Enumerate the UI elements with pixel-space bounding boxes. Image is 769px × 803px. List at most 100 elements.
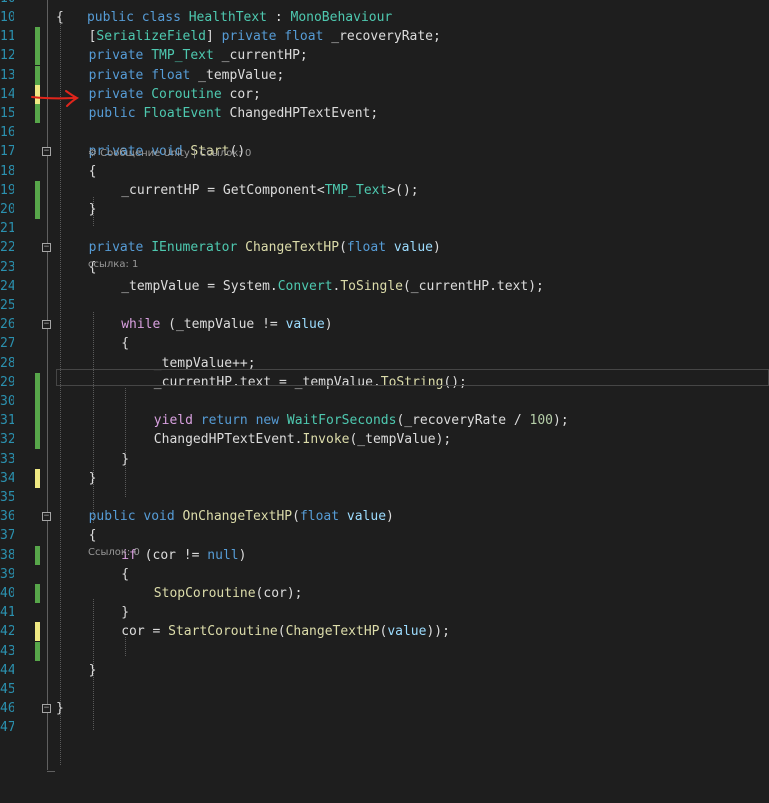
code-line[interactable]: 44}: [0, 661, 769, 680]
line-number: 21: [0, 221, 14, 237]
code-line[interactable]: 45: [0, 680, 769, 699]
collapse-toggle-icon[interactable]: −: [42, 243, 51, 253]
saved-change-marker: [35, 430, 40, 450]
code-text[interactable]: private float _tempValue;: [89, 66, 285, 85]
line-number: 34: [0, 470, 14, 486]
saved-change-marker: [35, 46, 40, 66]
code-text[interactable]: private Coroutine cor;: [89, 85, 261, 104]
collapse-toggle-icon[interactable]: −: [42, 704, 51, 714]
code-text[interactable]: {: [121, 565, 129, 584]
saved-change-marker: [35, 641, 40, 661]
line-number: 44: [0, 662, 14, 678]
code-text[interactable]: {: [56, 8, 64, 27]
line-number: 40: [0, 586, 14, 601]
code-line[interactable]: 32 ChangedHPTextEvent.Invoke(_tempValue);: [0, 430, 769, 450]
code-text[interactable]: while (_tempValue != value): [121, 315, 332, 334]
code-line[interactable]: 21: [0, 219, 769, 238]
code-line[interactable]: 35: [0, 488, 769, 507]
code-line[interactable]: 46 −}: [0, 699, 769, 718]
code-text[interactable]: }: [121, 603, 129, 622]
code-text[interactable]: yield return new WaitForSeconds(_recover…: [154, 411, 569, 430]
code-text[interactable]: _tempValue = System.Convert.ToSingle(_cu…: [121, 277, 544, 296]
saved-change-marker: [35, 200, 40, 219]
code-text[interactable]: [SerializeField] private float _recovery…: [89, 27, 441, 46]
code-text[interactable]: if (cor != null): [121, 546, 246, 565]
saved-change-marker: [35, 584, 40, 603]
code-text[interactable]: private IEnumerator ChangeTextHP(float v…: [89, 238, 441, 257]
code-line[interactable]: 19 _currentHP = GetComponent<TMP_Text>();: [0, 180, 769, 200]
code-text[interactable]: public FloatEvent ChangedHPTextEvent;: [89, 104, 379, 123]
line-number: 33: [0, 451, 14, 467]
line-number: 30: [0, 394, 14, 409]
saved-change-marker: [35, 65, 40, 85]
code-text[interactable]: StopCoroutine(cor);: [154, 584, 303, 603]
collapse-toggle-icon[interactable]: −: [42, 320, 51, 330]
code-line[interactable]: 10 {: [0, 8, 769, 27]
code-line[interactable]: 11 [SerializeField] private float _recove…: [0, 27, 769, 47]
line-number: 19: [0, 182, 14, 198]
code-text[interactable]: _currentHP = GetComponent<TMP_Text>();: [121, 181, 418, 200]
line-number: 42: [0, 624, 14, 640]
unsaved-change-marker: [35, 468, 40, 488]
line-number: 13: [0, 67, 14, 83]
collapse-toggle-icon[interactable]: −: [42, 512, 51, 522]
code-text[interactable]: {: [89, 526, 97, 545]
code-line[interactable]: 24 _tempValue = System.Convert.ToSingle(_…: [0, 277, 769, 296]
code-line[interactable]: 20}: [0, 200, 769, 219]
line-number: 36: [0, 509, 14, 525]
code-line[interactable]: 31 yield return new WaitForSeconds(_recov…: [0, 411, 769, 431]
code-text[interactable]: }: [89, 469, 97, 488]
code-text[interactable]: }: [89, 200, 97, 219]
code-line[interactable]: 16: [0, 123, 769, 142]
code-line[interactable]: 41}: [0, 603, 769, 622]
line-number: 37: [0, 528, 14, 544]
line-number: 25: [0, 298, 14, 313]
code-text[interactable]: }: [89, 661, 97, 680]
code-text[interactable]: private TMP_Text _currentHP;: [89, 46, 308, 65]
unsaved-change-marker: [35, 622, 40, 642]
code-line[interactable]: 14 private Coroutine cor;: [0, 84, 769, 104]
fold-guide-end: [47, 771, 55, 772]
line-number: 31: [0, 413, 14, 429]
saved-change-marker: [35, 545, 40, 565]
code-line[interactable]: 22 − private IEnumerator ChangeTextHP(floa…: [0, 238, 769, 257]
code-text[interactable]: }: [121, 450, 129, 469]
code-text[interactable]: }: [56, 699, 64, 718]
code-text[interactable]: public void OnChangeTextHP(float value): [89, 507, 394, 526]
code-editor[interactable]: 10 public class HealthText : MonoBehavio…: [0, 0, 769, 803]
collapse-toggle-icon[interactable]: −: [42, 147, 51, 157]
code-line[interactable]: 42 cor = StartCoroutine(ChangeTextHP(valu…: [0, 622, 769, 642]
codelens-start[interactable]: ⚙ Сообщение Unity | Ссылок: 0: [88, 147, 251, 161]
code-line[interactable]: 30: [0, 392, 769, 411]
line-number: 45: [0, 682, 14, 697]
code-line[interactable]: 25: [0, 296, 769, 315]
code-line[interactable]: 34}: [0, 468, 769, 488]
code-line[interactable]: 15 public FloatEvent ChangedHPTextEvent;: [0, 104, 769, 123]
code-text[interactable]: cor = StartCoroutine(ChangeTextHP(value)…: [121, 622, 450, 641]
code-text[interactable]: {: [121, 334, 129, 353]
codelens-change-text-hp[interactable]: ссылка: 1: [88, 258, 138, 272]
line-number: 28: [0, 355, 14, 371]
red-arrow-icon: [31, 90, 80, 107]
code-line[interactable]: 37 {: [0, 526, 769, 545]
line-number: 35: [0, 490, 14, 505]
code-line[interactable]: 39 {: [0, 565, 769, 584]
code-line[interactable]: 36 − public void OnChangeTextHP(float valu…: [0, 507, 769, 526]
code-line[interactable]: 13 private float _tempValue;: [0, 65, 769, 85]
line-number: 20: [0, 202, 14, 217]
line-number: 11: [0, 29, 14, 45]
line-number: 14: [0, 86, 14, 102]
code-text[interactable]: ChangedHPTextEvent.Invoke(_tempValue);: [154, 430, 451, 449]
code-line[interactable]: 27 {: [0, 334, 769, 353]
line-number: 22: [0, 240, 14, 256]
code-line[interactable]: 47: [0, 718, 769, 737]
code-line[interactable]: 26 − while (_tempValue != value): [0, 315, 769, 334]
code-line[interactable]: 40 StopCoroutine(cor);: [0, 584, 769, 603]
code-line[interactable]: 18 {: [0, 162, 769, 181]
saved-change-marker: [35, 392, 40, 411]
code-line[interactable]: 12 private TMP_Text _currentHP;: [0, 46, 769, 66]
code-text[interactable]: {: [89, 162, 97, 181]
code-line[interactable]: 43: [0, 641, 769, 661]
codelens-on-change-text-hp[interactable]: Ссылок: 0: [88, 546, 140, 560]
code-line[interactable]: 33}: [0, 450, 769, 469]
